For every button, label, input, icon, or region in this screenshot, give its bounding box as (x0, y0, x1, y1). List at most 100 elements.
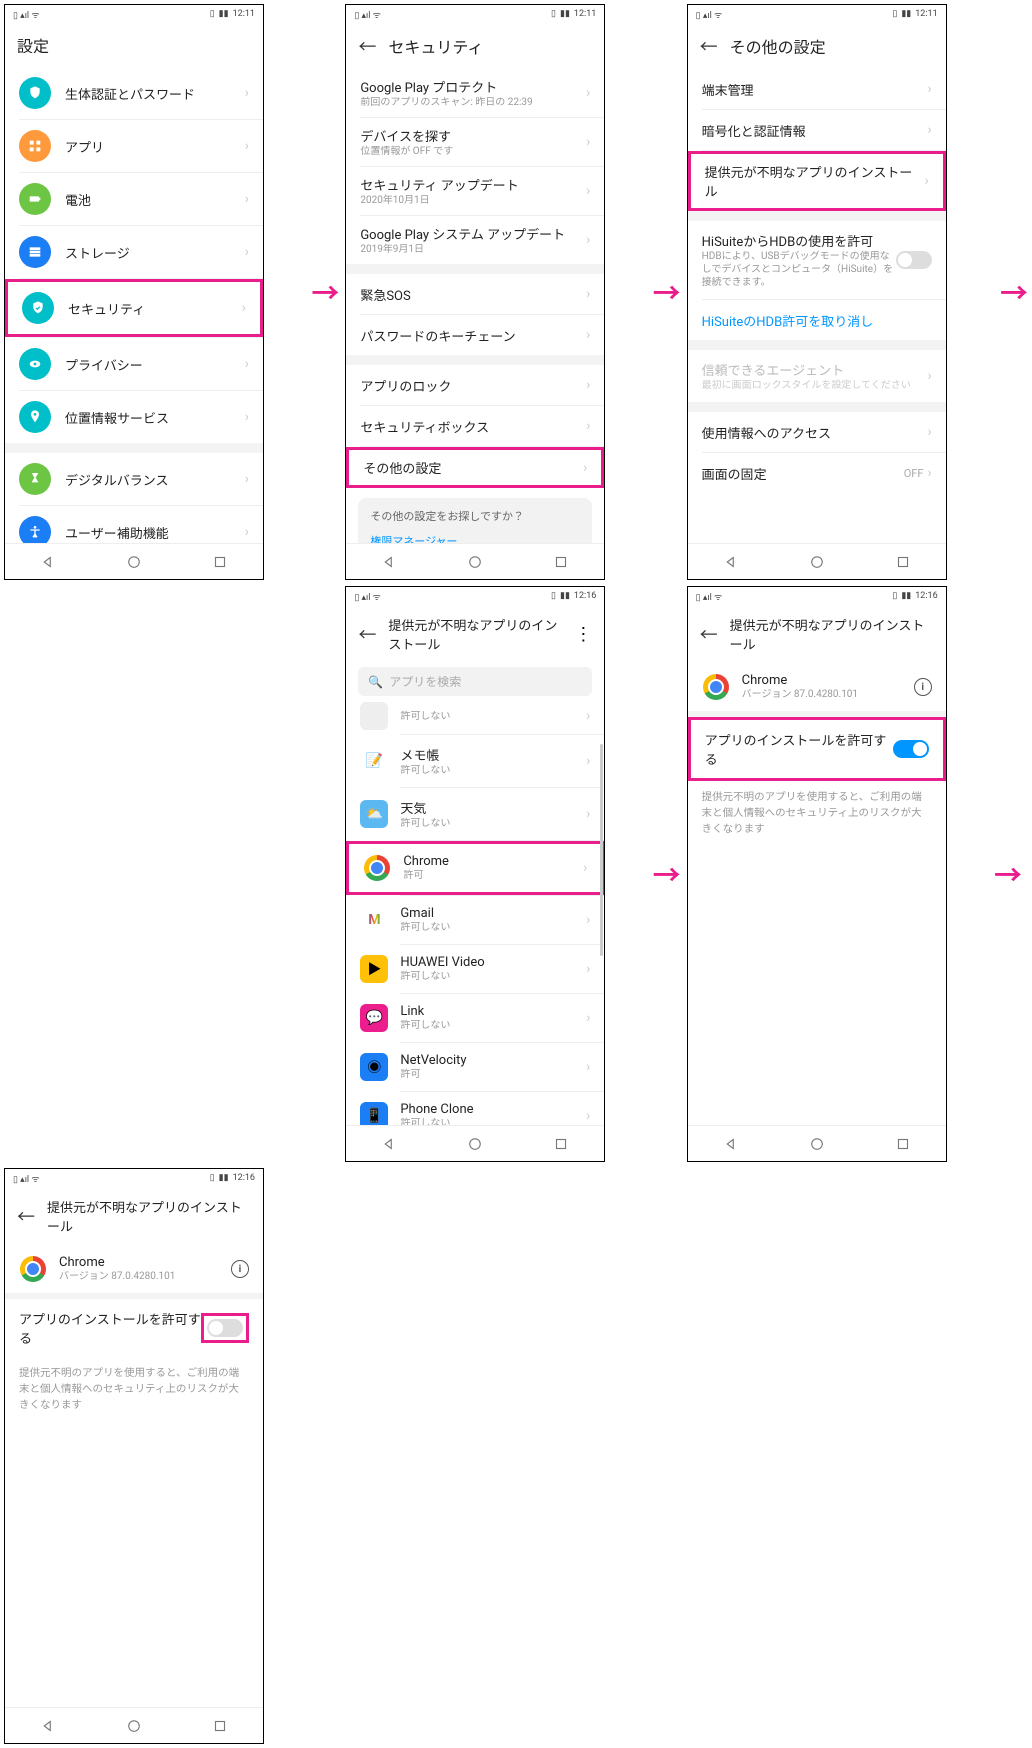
nav-home-icon[interactable] (466, 553, 484, 571)
row-label: セキュリティ アップデート (360, 175, 586, 194)
settings-row-shield[interactable]: 生体認証とパスワード› (5, 67, 263, 119)
allow-install-row[interactable]: アプリのインストールを許可する (688, 717, 946, 781)
app-status: 許可しない (400, 710, 586, 723)
back-icon[interactable]: ← (358, 621, 376, 647)
settings-row-storage[interactable]: ストレージ› (5, 226, 263, 278)
battery-icon (19, 183, 51, 215)
nav-back-icon[interactable] (39, 1717, 57, 1735)
apps-list[interactable]: 許可しない›📝メモ帳許可しない›⛅天気許可しない›Chrome許可›MGmail… (346, 702, 604, 1125)
list-row[interactable]: 使用情報へのアクセス› (688, 412, 946, 452)
chevron-right-icon: › (586, 912, 590, 928)
nav-recent-icon[interactable] (552, 1135, 570, 1153)
app-icon: 📝 (360, 747, 388, 775)
unknown-sources-row[interactable]: 提供元が不明なアプリのインストール› (688, 151, 946, 211)
nav-bar (5, 543, 263, 579)
nav-recent-icon[interactable] (894, 553, 912, 571)
nav-home-icon[interactable] (466, 1135, 484, 1153)
nav-recent-icon[interactable] (211, 553, 229, 571)
info-icon[interactable]: i (231, 1260, 249, 1278)
security-list[interactable]: Google Play プロテクト前回のアプリのスキャン: 昨日の 22:39›… (346, 69, 604, 543)
settings-header: 設定 (5, 23, 263, 67)
back-icon[interactable]: ← (700, 33, 718, 59)
app-search-input[interactable]: 🔍 アプリを検索 (358, 667, 592, 696)
allow-install-desc: 提供元不明のアプリを使用すると、ご利用の端末と個人情報へのセキュリティ上のリスク… (5, 1357, 263, 1420)
app-status: 許可しない (400, 921, 586, 934)
list-row[interactable]: Google Play システム アップデート2019年9月1日› (346, 216, 604, 264)
chevron-right-icon: › (583, 460, 587, 476)
nav-home-icon[interactable] (125, 1717, 143, 1735)
nav-back-icon[interactable] (380, 1135, 398, 1153)
nav-recent-icon[interactable] (894, 1135, 912, 1153)
search-icon: 🔍 (368, 675, 383, 689)
scrollbar[interactable] (600, 744, 603, 956)
row-sub: 最初に画面ロックスタイルを設定してください (702, 379, 928, 392)
app-status: 許可しない (400, 817, 586, 830)
arrow-icon: → (994, 854, 1028, 894)
row-label: その他の設定 (363, 458, 583, 477)
list-row[interactable]: 暗号化と認証情報› (688, 110, 946, 150)
list-row[interactable]: パスワードのキーチェーン› (346, 315, 604, 355)
nav-recent-icon[interactable] (211, 1717, 229, 1735)
settings-row-battery[interactable]: 電池› (5, 173, 263, 225)
app-row[interactable]: 許可しない› (346, 702, 604, 734)
hdb-toggle[interactable] (896, 251, 932, 269)
list-row[interactable]: 緊急SOS› (346, 274, 604, 314)
settings-list[interactable]: 生体認証とパスワード›アプリ›電池›ストレージ›セキュリティ›プライバシー›位置… (5, 67, 263, 543)
list-row[interactable]: デバイスを探す位置情報が OFF です› (346, 118, 604, 166)
list-row[interactable]: セキュリティボックス› (346, 406, 604, 446)
hdb-row[interactable]: HiSuiteからHDBの使用を許可HDBにより、USBデバッグモードの使用なし… (688, 221, 946, 299)
allow-install-row[interactable]: アプリのインストールを許可する (5, 1299, 263, 1357)
nav-home-icon[interactable] (808, 553, 826, 571)
more-icon[interactable]: ⋮ (574, 624, 592, 645)
nav-back-icon[interactable] (722, 1135, 740, 1153)
row-label: プライバシー (65, 355, 245, 374)
row-label: 端末管理 (702, 80, 928, 99)
detail-content: Chrome バージョン 87.0.4280.101 i アプリのインストールを… (5, 1245, 263, 1707)
settings-row-pin[interactable]: 位置情報サービス› (5, 391, 263, 443)
permission-manager-link[interactable]: 権限マネージャー (370, 530, 580, 543)
nav-back-icon[interactable] (722, 553, 740, 571)
settings-row-hourglass[interactable]: デジタルバランス› (5, 453, 263, 505)
other-settings-row[interactable]: その他の設定› (346, 447, 604, 488)
back-icon[interactable]: ← (17, 1203, 35, 1229)
allow-install-toggle[interactable] (207, 1319, 243, 1337)
list-row[interactable]: アプリのロック› (346, 365, 604, 405)
back-icon[interactable]: ← (358, 33, 376, 59)
hdb-revoke-row[interactable]: HiSuiteのHDB許可を取り消し (688, 300, 946, 340)
app-header-row: Chrome バージョン 87.0.4280.101 i (5, 1245, 263, 1293)
app-row[interactable]: MGmail許可しない› (346, 896, 604, 944)
app-row[interactable]: Chrome許可› (346, 841, 604, 895)
hdb-revoke-link[interactable]: HiSuiteのHDB許可を取り消し (702, 311, 932, 330)
list-row[interactable]: 画面の固定OFF› (688, 453, 946, 493)
nav-home-icon[interactable] (125, 553, 143, 571)
list-row[interactable]: 端末管理› (688, 69, 946, 109)
list-row[interactable]: セキュリティ アップデート2020年10月1日› (346, 167, 604, 215)
back-icon[interactable]: ← (700, 621, 718, 647)
list-row[interactable]: Google Play プロテクト前回のアプリのスキャン: 昨日の 22:39› (346, 69, 604, 117)
nav-back-icon[interactable] (380, 553, 398, 571)
eye-icon (19, 348, 51, 380)
row-label: 位置情報サービス (65, 408, 245, 427)
nav-recent-icon[interactable] (552, 553, 570, 571)
settings-row-grid[interactable]: アプリ› (5, 120, 263, 172)
settings-row-accessibility[interactable]: ユーザー補助機能› (5, 506, 263, 543)
nav-back-icon[interactable] (39, 553, 57, 571)
app-row[interactable]: 📝メモ帳許可しない› (346, 735, 604, 787)
app-row[interactable]: 📱Phone Clone許可しない› (346, 1092, 604, 1125)
nav-home-icon[interactable] (808, 1135, 826, 1153)
allow-install-toggle[interactable] (893, 740, 929, 758)
other-list[interactable]: 端末管理›暗号化と認証情報›提供元が不明なアプリのインストール› HiSuiteか… (688, 69, 946, 543)
row-label: 暗号化と認証情報 (702, 121, 928, 140)
info-icon[interactable]: i (914, 678, 932, 696)
app-row[interactable]: ⛅天気許可しない› (346, 788, 604, 840)
app-row[interactable]: ▶HUAWEI Video許可しない› (346, 945, 604, 993)
settings-row-eye[interactable]: プライバシー› (5, 338, 263, 390)
row-sub: HDBにより、USBデバッグモードの使用なしでデバイスとコンピュータ（HiSui… (702, 250, 896, 289)
app-row[interactable]: ◉NetVelocity許可› (346, 1043, 604, 1091)
app-icon: 💬 (360, 1004, 388, 1032)
suggestions-title: その他の設定をお探しですか？ (370, 508, 580, 524)
settings-row-check[interactable]: セキュリティ› (5, 279, 263, 337)
app-icon: ◉ (360, 1053, 388, 1081)
row-label: セキュリティボックス (360, 417, 586, 436)
app-row[interactable]: 💬Link許可しない› (346, 994, 604, 1042)
